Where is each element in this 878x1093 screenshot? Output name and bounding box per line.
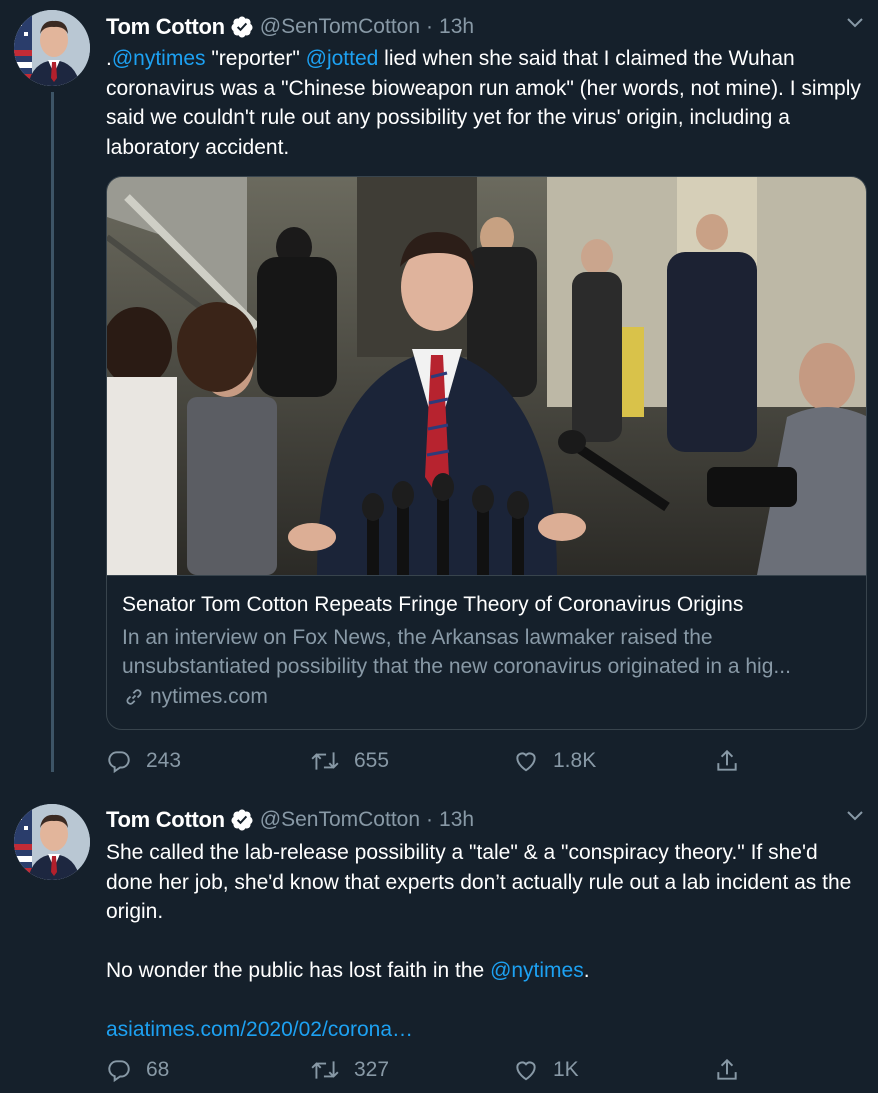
reply-count: 243 — [146, 749, 182, 772]
author-name[interactable]: Tom Cotton — [106, 807, 225, 833]
tweet-header: Tom Cotton @SenTomCotton · 13h — [106, 805, 474, 835]
verified-badge-icon — [231, 809, 253, 831]
retweet-icon — [311, 752, 339, 770]
text-segment: No wonder the public has lost faith in t… — [106, 959, 491, 982]
card-domain: nytimes.com — [122, 685, 268, 709]
like-button[interactable]: 1K — [513, 1055, 579, 1085]
like-icon — [516, 1061, 536, 1081]
like-count: 1K — [553, 1058, 579, 1081]
reply-button[interactable]: 68 — [106, 1055, 169, 1085]
avatar[interactable] — [14, 10, 90, 86]
card-divider — [107, 575, 866, 576]
mention-nytimes[interactable]: @nytimes — [112, 47, 206, 70]
caret-down-icon[interactable] — [846, 810, 864, 822]
retweet-button[interactable]: 655 — [310, 746, 389, 776]
text-segment: . — [583, 959, 590, 982]
author-handle[interactable]: @SenTomCotton — [260, 15, 420, 39]
tweet-header: Tom Cotton @SenTomCotton · 13h — [106, 12, 474, 42]
card-domain-text: nytimes.com — [150, 685, 268, 708]
author-handle[interactable]: @SenTomCotton — [260, 808, 420, 832]
action-bar: 68 327 1K — [106, 1055, 746, 1085]
reply-count: 68 — [146, 1058, 170, 1081]
card-image[interactable] — [107, 177, 866, 575]
author-name[interactable]: Tom Cotton — [106, 14, 225, 40]
tweet-text: She called the lab-release possibility a… — [106, 838, 866, 1045]
timestamp[interactable]: 13h — [439, 808, 474, 832]
like-icon — [516, 752, 536, 772]
text-paragraph-1: She called the lab-release possibility a… — [106, 841, 852, 923]
retweet-icon — [311, 1061, 339, 1079]
link-icon — [126, 689, 142, 705]
like-button[interactable]: 1.8K — [513, 746, 596, 776]
card-title: Senator Tom Cotton Repeats Fringe Theory… — [122, 593, 744, 616]
share-button[interactable] — [714, 1055, 740, 1085]
action-bar: 243 655 1.8K — [106, 746, 746, 776]
like-count: 1.8K — [553, 749, 597, 772]
text-paragraph-2: No wonder the public has lost faith in t… — [106, 956, 866, 986]
mention-jotted[interactable]: @jotted — [306, 47, 379, 70]
text-segment: "reporter" — [205, 47, 306, 70]
mention-nytimes[interactable]: @nytimes — [490, 959, 584, 982]
reply-button[interactable]: 243 — [106, 746, 181, 776]
retweet-count: 327 — [354, 1058, 390, 1081]
separator-dot: · — [426, 808, 434, 831]
retweet-button[interactable]: 327 — [310, 1055, 389, 1085]
card-description: In an interview on Fox News, the Arkansa… — [122, 626, 791, 678]
retweet-count: 655 — [354, 749, 390, 772]
share-icon — [717, 1058, 737, 1080]
thread-connector — [51, 92, 54, 772]
tweet-text: .@nytimes "reporter" @jotted lied when s… — [106, 44, 866, 162]
separator-dot: · — [426, 15, 434, 38]
reply-icon — [108, 751, 130, 774]
caret-down-icon[interactable] — [846, 17, 864, 29]
tweet-1[interactable]: Tom Cotton @SenTomCotton · 13h .@nytimes… — [0, 0, 878, 790]
timestamp[interactable]: 13h — [439, 15, 474, 39]
link-card[interactable]: Senator Tom Cotton Repeats Fringe Theory… — [106, 176, 867, 730]
avatar[interactable] — [14, 804, 90, 880]
share-icon — [717, 749, 737, 771]
verified-badge-icon — [231, 16, 253, 38]
share-button[interactable] — [714, 746, 740, 776]
reply-icon — [108, 1060, 130, 1083]
article-link[interactable]: asiatimes.com/2020/02/corona… — [106, 1015, 866, 1045]
